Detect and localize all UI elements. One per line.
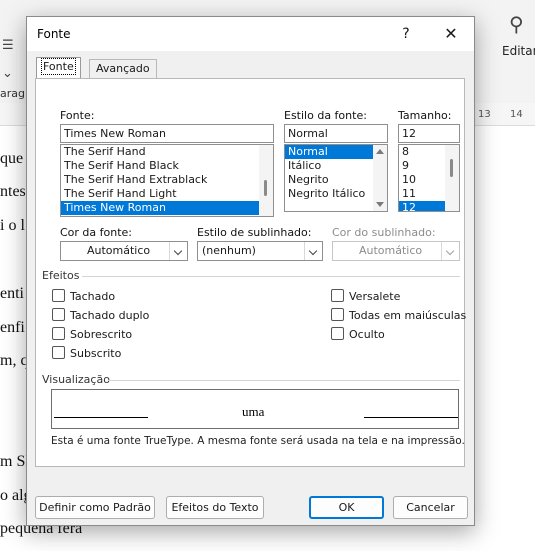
underline-style-label: Estilo de sublinhado: [197,226,312,239]
preview-line-left [54,417,148,418]
doc-line: enfi [0,319,25,336]
ok-button[interactable]: OK [309,496,384,519]
strikethrough-checkbox[interactable]: Tachado [52,289,115,303]
strikethrough-label: Tachado [70,290,116,303]
search-icon: ⚲ [509,12,524,36]
ruler-number: 14 [510,109,523,120]
effects-group-label: Efeitos [42,269,80,282]
set-default-button[interactable]: Definir como Padrão [35,496,155,519]
checkbox-box[interactable] [52,327,65,340]
checkbox-box[interactable] [331,308,344,321]
preview-group-label: Visualização [42,373,110,386]
list-item-selected[interactable]: Normal [285,145,373,159]
chevron-down-icon [169,242,187,260]
hidden-checkbox[interactable]: Oculto [331,327,385,341]
double-strikethrough-label: Tachado duplo [70,309,150,322]
tab-font[interactable]: Fonte [36,57,81,79]
doc-line: m, q [0,352,29,369]
font-style-label: Estilo da fonte: [284,109,367,122]
tab-font-label: Fonte [41,58,76,75]
cancel-button[interactable]: Cancelar [393,496,468,519]
superscript-label: Sobrescrito [70,328,133,341]
underline-style-value: (nenhum) [202,244,256,257]
dialog-title: Fonte [37,27,71,41]
subscript-label: Subscrito [70,347,122,360]
preview-line-right [364,417,458,418]
font-dialog: Fonte ? ✕ Fonte Avançado Fonte: Times Ne… [26,16,475,526]
font-size-list[interactable]: 8 9 10 11 12 [398,144,460,212]
help-button[interactable]: ? [395,23,417,45]
font-size-input[interactable]: 12 [398,124,460,143]
preview-divider [108,380,460,381]
subscript-checkbox[interactable]: Subscrito [52,346,121,360]
superscript-checkbox[interactable]: Sobrescrito [52,327,132,341]
small-caps-checkbox[interactable]: Versalete [331,289,400,303]
font-color-value: Automático [87,244,151,257]
list-item-selected[interactable]: Times New Roman [61,201,273,215]
underline-color-label: Cor do sublinhado: [332,226,436,239]
effects-divider [82,276,460,277]
dropdown-icon[interactable]: ⌄ [2,66,13,81]
font-style-list[interactable]: Normal Itálico Negrito Negrito Itálico [284,144,388,212]
hidden-label: Oculto [349,328,385,341]
all-caps-label: Todas em maiúsculas [349,309,467,322]
editing-label: Editan [502,44,535,58]
small-caps-label: Versalete [349,290,401,303]
preview-note: Esta é uma fonte TrueType. A mesma fonte… [51,435,465,447]
list-item[interactable]: The Serif Hand Extrablack [61,173,273,187]
list-item[interactable]: Negrito Itálico [285,187,387,201]
doc-line: i o l [0,217,25,234]
font-name-list[interactable]: The Serif Hand The Serif Hand Black The … [60,144,274,217]
underline-color-value: Automático [359,244,423,257]
font-name-input[interactable]: Times New Roman [60,124,274,143]
checkbox-box[interactable] [52,289,65,302]
font-list-scrollbar[interactable] [259,145,273,216]
checkbox-box[interactable] [331,289,344,302]
doc-line: enti [0,285,24,302]
text-effects-button[interactable]: Efeitos do Texto [166,496,264,519]
style-list-scrollbar[interactable] [373,145,387,211]
preview-box: uma [51,389,459,429]
font-color-dropdown[interactable]: Automático [60,241,188,261]
all-caps-checkbox[interactable]: Todas em maiúsculas [331,308,466,322]
ruler-number: 13 [478,109,491,120]
tab-advanced[interactable]: Avançado [89,59,157,79]
chevron-down-icon [441,242,459,260]
preview-sample-text: uma [242,404,265,419]
font-style-input[interactable]: Normal [284,124,388,143]
list-item[interactable]: The Serif Hand Light [61,187,273,201]
list-item[interactable]: Negrito [285,173,387,187]
underline-style-dropdown[interactable]: (nenhum) [197,241,323,261]
double-strikethrough-checkbox[interactable]: Tachado duplo [52,308,149,322]
dialog-titlebar[interactable]: Fonte ? ✕ [27,17,474,51]
list-item[interactable]: The Serif Hand Black [61,159,273,173]
checkbox-box[interactable] [331,327,344,340]
size-list-scrollbar[interactable] [445,145,459,211]
tab-advanced-label: Avançado [96,62,150,75]
list-item[interactable]: The Serif Hand [61,145,273,159]
bullet-list-icon[interactable]: ☰ [2,38,14,53]
font-color-label: Cor da fonte: [60,226,133,239]
chevron-down-icon [304,242,322,260]
list-item[interactable]: Itálico [285,159,387,173]
close-button[interactable]: ✕ [437,22,465,46]
underline-color-dropdown[interactable]: Automático [332,241,460,261]
font-size-label: Tamanho: [398,109,452,122]
list-item-selected[interactable]: 12 [399,201,445,211]
checkbox-box[interactable] [52,308,65,321]
checkbox-box[interactable] [52,346,65,359]
font-label: Fonte: [60,109,95,122]
